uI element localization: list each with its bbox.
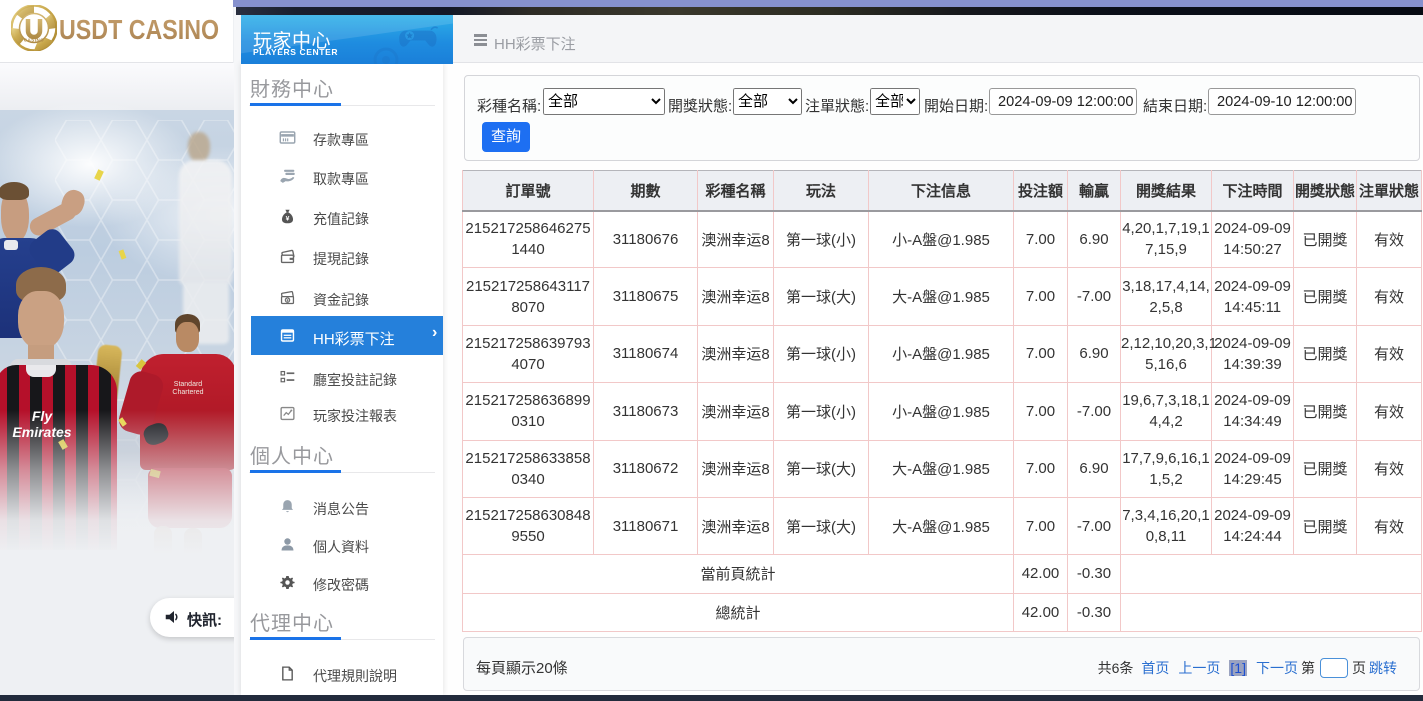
svg-text:¥: ¥ (286, 298, 289, 303)
svg-text:¥: ¥ (286, 215, 290, 222)
svg-text:CASINO: CASINO (24, 38, 45, 43)
